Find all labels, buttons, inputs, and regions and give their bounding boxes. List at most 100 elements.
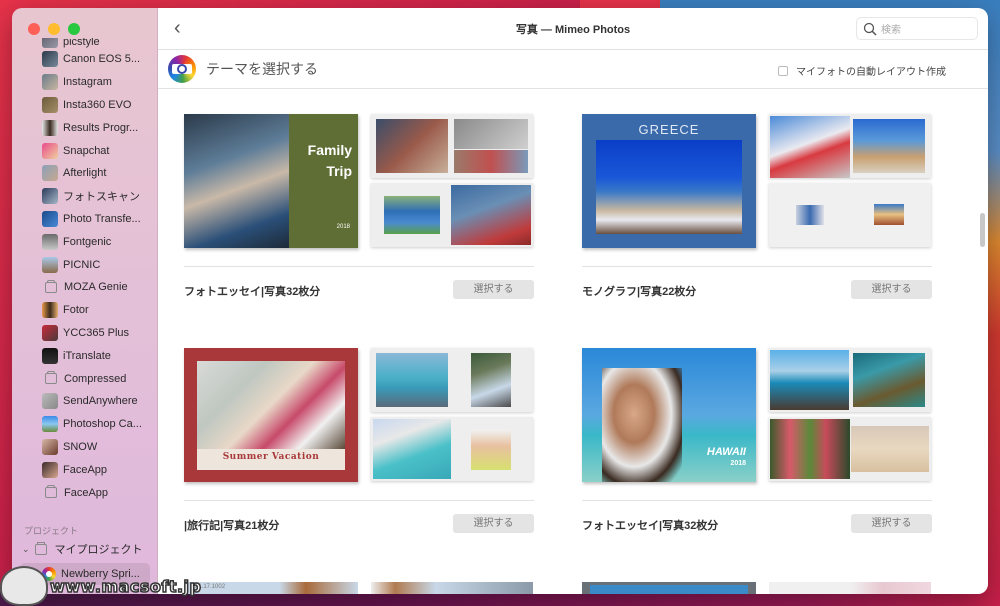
sidebar-item[interactable]: iTranslate	[12, 344, 157, 367]
theme-cover-hawaii[interactable]: HAWAII 2018	[582, 348, 756, 482]
theme-cover-partial[interactable]	[582, 582, 756, 594]
album-thumbnail-icon	[42, 393, 58, 410]
theme-cover-summer-vacation[interactable]: Summer Vacation	[184, 348, 358, 482]
window-controls	[28, 23, 80, 35]
album-thumbnail-icon	[42, 51, 58, 68]
sidebar-item[interactable]: SendAnywhere	[12, 390, 157, 413]
cover-title: Summer Vacation	[222, 452, 320, 462]
zoom-button[interactable]	[68, 23, 80, 35]
cover-year: 2018	[336, 224, 350, 230]
sample-spread	[371, 417, 533, 481]
close-button[interactable]	[28, 23, 40, 35]
select-theme-button[interactable]: 選択する	[453, 280, 534, 299]
sidebar-item[interactable]: Photoshop Ca...	[12, 413, 157, 436]
sidebar-item-label: Fotor	[63, 304, 89, 317]
album-thumbnail-icon	[42, 438, 58, 455]
folder-icon	[45, 485, 57, 499]
title-bar: ‹ 写真 — Mimeo Photos 検索	[158, 8, 988, 50]
album-thumbnail-icon	[42, 96, 58, 113]
select-theme-button[interactable]: 選択する	[453, 514, 534, 533]
sidebar-item-label: Photo Transfe...	[63, 212, 141, 225]
album-thumbnail-icon	[42, 416, 58, 433]
sidebar-item-label: Insta360 EVO	[63, 98, 132, 111]
theme-card: Family Trip 2018 フォトエッセイ|写真32枚分 選択する	[184, 114, 534, 304]
sidebar-item[interactable]: MOZA Genie	[12, 276, 157, 299]
theme-cover-family-trip[interactable]: Family Trip 2018	[184, 114, 358, 248]
sidebar-item[interactable]: FaceApp	[12, 458, 157, 481]
sidebar-item[interactable]: PICNIC	[12, 253, 157, 276]
sidebar-item-label: Fontgenic	[63, 235, 112, 248]
auto-layout-checkbox[interactable]: マイフォトの自動レイアウト作成	[778, 63, 946, 78]
cover-title: HAWAII	[706, 446, 746, 458]
sample-spread	[371, 114, 533, 178]
divider	[184, 500, 534, 501]
sidebar-item[interactable]: Insta360 EVO	[12, 94, 157, 117]
sidebar-item[interactable]: Results Progr...	[12, 116, 157, 139]
minimize-button[interactable]	[48, 23, 60, 35]
sidebar-item[interactable]: SNOW	[12, 436, 157, 459]
folder-icon	[34, 541, 47, 555]
album-thumbnail-icon	[42, 256, 58, 273]
theme-cover-partial[interactable]: 20.1.17.1002	[184, 582, 358, 594]
sidebar-item-my-project[interactable]: ⌄ マイプロジェクト	[22, 541, 143, 557]
sidebar-item-selected-project[interactable]: Newberry Spri...	[20, 563, 150, 585]
sidebar-item-label: iTranslate	[63, 349, 111, 362]
search-placeholder: 検索	[881, 25, 901, 36]
sidebar-item[interactable]: Fontgenic	[12, 230, 157, 253]
sample-spread	[769, 114, 931, 178]
theme-label: |旅行記|写真21枚分	[184, 520, 280, 532]
album-list: picstyle Canon EOS 5... Instagram Insta360 …	[12, 38, 157, 504]
sidebar-item[interactable]: フォトスキャン	[12, 185, 157, 208]
page-title: テーマを選択する	[206, 61, 318, 77]
theme-card: GREECE モノグラフ|写真22枚分 選択する	[582, 114, 932, 304]
select-theme-button[interactable]: 選択する	[851, 514, 932, 533]
search-input[interactable]: 検索	[856, 17, 978, 40]
sample-spread-partial	[371, 582, 533, 594]
sidebar-item-label: SendAnywhere	[63, 395, 138, 408]
sidebar-item[interactable]: Photo Transfe...	[12, 208, 157, 231]
sidebar-item[interactable]: Instagram	[12, 71, 157, 94]
sidebar-item-label: Results Progr...	[63, 121, 139, 134]
album-thumbnail-icon	[42, 461, 58, 478]
theme-cover-greece[interactable]: GREECE	[582, 114, 756, 248]
album-thumbnail-icon	[42, 188, 58, 205]
album-thumbnail-icon	[42, 233, 58, 250]
sidebar-item[interactable]: picstyle	[12, 38, 157, 48]
sidebar-item[interactable]: FaceApp	[12, 481, 157, 504]
auto-layout-label: マイフォトの自動レイアウト作成	[796, 67, 946, 78]
album-thumbnail-icon	[42, 38, 58, 48]
sidebar-item[interactable]: Afterlight	[12, 162, 157, 185]
select-theme-button[interactable]: 選択する	[851, 280, 932, 299]
sidebar-item[interactable]: Fotor	[12, 299, 157, 322]
theme-label: フォトエッセイ|写真32枚分	[184, 286, 321, 298]
sidebar-item-label: Photoshop Ca...	[63, 418, 142, 431]
main-content: ‹ 写真 — Mimeo Photos 検索 テーマを選択する マイフォトの自動…	[158, 8, 988, 594]
theme-label: モノグラフ|写真22枚分	[582, 286, 697, 298]
checkbox-icon[interactable]	[778, 65, 788, 76]
sample-spread	[371, 348, 533, 412]
album-thumbnail-icon	[42, 165, 58, 182]
album-thumbnail-icon	[42, 324, 58, 341]
sidebar-item-label: FaceApp	[63, 463, 108, 476]
album-thumbnail-icon	[42, 347, 58, 364]
sidebar-item-label: Instagram	[63, 76, 112, 89]
sample-spread	[769, 417, 931, 481]
sidebar-item[interactable]: Canon EOS 5...	[12, 48, 157, 71]
chevron-down-icon[interactable]: ⌄	[22, 544, 30, 555]
sidebar-item[interactable]: Compressed	[12, 367, 157, 390]
album-thumbnail-icon	[42, 74, 58, 91]
cover-title: Family	[307, 142, 352, 158]
divider	[582, 500, 932, 501]
sample-spread	[769, 348, 931, 412]
theme-card: Summer Vacation |旅行記|写真21枚分 選択する	[184, 348, 534, 538]
sidebar-item[interactable]: Snapchat	[12, 139, 157, 162]
sidebar-item-label: Snapchat	[63, 144, 110, 157]
sidebar-item-label: Newberry Spri...	[61, 568, 140, 580]
cover-text: 20.1.17.1002	[190, 584, 226, 590]
sidebar-item[interactable]: YCC365 Plus	[12, 322, 157, 345]
app-window: picstyle Canon EOS 5... Instagram Insta360 …	[12, 8, 988, 594]
album-thumbnail-icon	[42, 210, 58, 227]
scrollbar[interactable]	[980, 213, 985, 247]
sidebar-item-label: Compressed	[64, 372, 127, 385]
divider	[184, 266, 534, 267]
